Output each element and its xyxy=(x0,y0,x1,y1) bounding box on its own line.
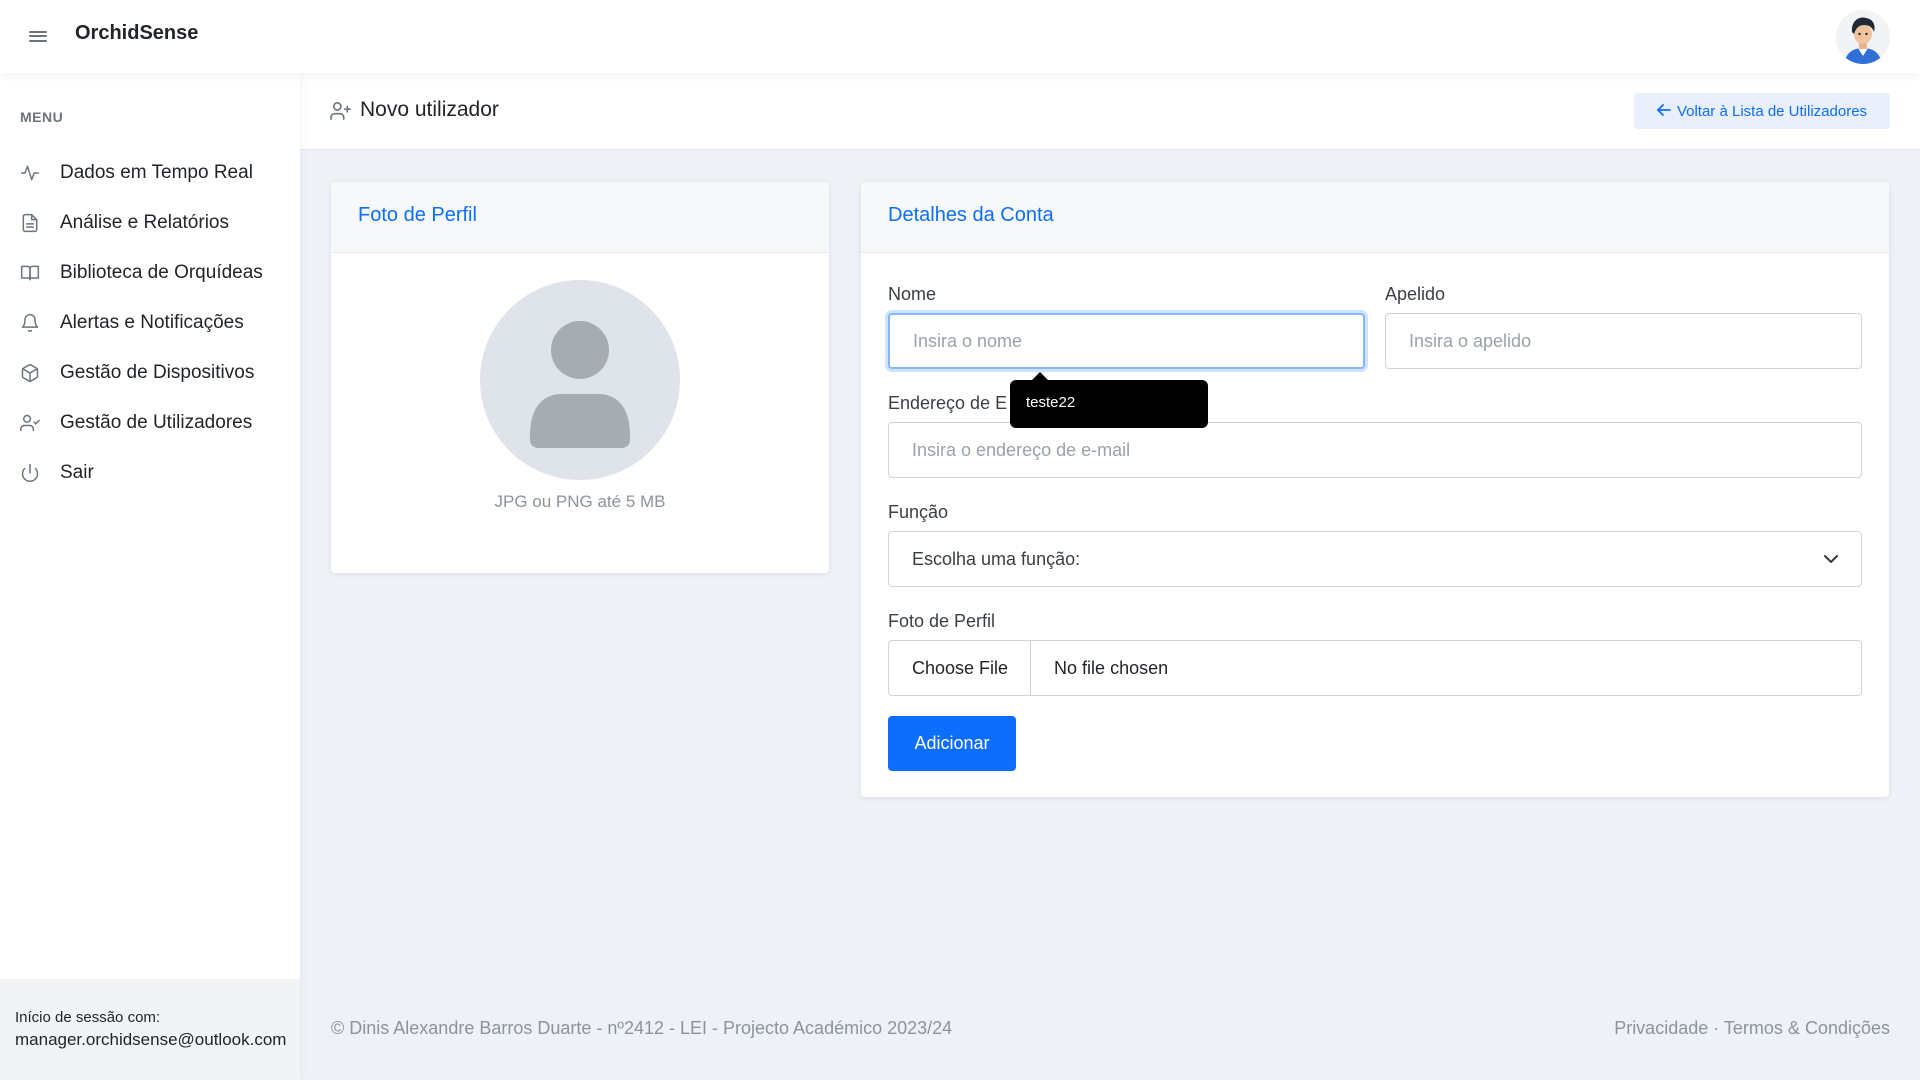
photo-upload-label: Foto de Perfil xyxy=(888,611,996,631)
sidebar-item-devices[interactable]: Gestão de Dispositivos xyxy=(0,348,300,398)
back-to-user-list-button[interactable]: Voltar à Lista de Utilizadores xyxy=(1634,93,1890,129)
role-label: Função xyxy=(888,502,949,522)
profile-photo-card-title: Foto de Perfil xyxy=(331,182,829,253)
user-plus-icon xyxy=(330,101,352,126)
sidebar-item-label: Análise e Relatórios xyxy=(60,212,229,233)
file-status: No file chosen xyxy=(1054,657,1169,678)
choose-file-button[interactable]: Choose File xyxy=(889,641,1032,695)
document-icon xyxy=(20,213,40,233)
page-header: Novo utilizador Voltar à Lista de Utiliz… xyxy=(300,73,1920,150)
activity-icon xyxy=(20,163,40,183)
first-name-field[interactable] xyxy=(888,313,1365,369)
sidebar-item-label: Gestão de Dispositivos xyxy=(60,362,255,383)
account-details-card: Detalhes da Conta Nome Apelido Endereço … xyxy=(861,182,1889,797)
brand-name: OrchidSense xyxy=(75,22,199,44)
session-label: Início de sessão com: xyxy=(15,1009,161,1026)
sidebar-item-label: Biblioteca de Orquídeas xyxy=(60,262,263,283)
user-avatar[interactable] xyxy=(1836,10,1890,64)
chevron-down-icon xyxy=(1823,551,1839,572)
add-user-button[interactable]: Adicionar xyxy=(888,716,1016,771)
menu-heading: MENU xyxy=(20,109,64,125)
hamburger-menu-icon[interactable] xyxy=(29,28,47,44)
last-name-field[interactable] xyxy=(1385,313,1862,369)
last-name-label: Apelido xyxy=(1385,284,1446,304)
session-email: manager.orchidsense@outlook.com xyxy=(15,1030,287,1049)
sidebar-item-alerts[interactable]: Alertas e Notificações xyxy=(0,298,300,348)
book-icon xyxy=(20,263,40,283)
arrow-left-icon xyxy=(1657,103,1671,120)
upload-hint: JPG ou PNG até 5 MB xyxy=(494,492,666,511)
sidebar-item-label: Gestão de Utilizadores xyxy=(60,412,253,433)
session-info: Início de sessão com: manager.orchidsens… xyxy=(0,979,300,1080)
sidebar-item-label: Sair xyxy=(60,462,94,483)
footer-copyright: © Dinis Alexandre Barros Duarte - nº2412… xyxy=(331,1018,953,1038)
sidebar-menu: Dados em Tempo Real Análise e Relatórios… xyxy=(0,148,300,498)
back-button-label: Voltar à Lista de Utilizadores xyxy=(1676,102,1868,120)
role-select[interactable]: Escolha uma função: xyxy=(888,531,1862,587)
user-check-icon xyxy=(20,413,40,433)
bell-icon xyxy=(20,313,40,333)
top-bar: OrchidSense xyxy=(0,0,1920,73)
profile-photo-card: Foto de Perfil JPG ou PNG até 5 MB xyxy=(331,182,829,573)
sidebar-item-logout[interactable]: Sair xyxy=(0,448,300,498)
email-field[interactable] xyxy=(888,422,1862,478)
sidebar-item-label: Dados em Tempo Real xyxy=(60,162,253,183)
page-title: Novo utilizador xyxy=(360,98,499,121)
sidebar-item-orchid-library[interactable]: Biblioteca de Orquídeas xyxy=(0,248,300,298)
box-icon xyxy=(20,363,40,383)
power-icon xyxy=(20,463,40,483)
privacy-link[interactable]: Privacidade xyxy=(1614,1018,1708,1038)
sidebar-item-label: Alertas e Notificações xyxy=(60,312,244,333)
avatar-placeholder-icon xyxy=(480,280,680,480)
footer-separator: · xyxy=(1708,1018,1724,1038)
autofill-suggestion-tooltip[interactable]: teste22 xyxy=(1010,372,1208,428)
account-details-card-title: Detalhes da Conta xyxy=(861,182,1889,253)
role-selected-value: Escolha uma função: xyxy=(912,548,1081,569)
photo-file-input[interactable]: Choose File No file chosen xyxy=(888,640,1862,696)
sidebar: MENU Dados em Tempo Real Análise e Relat… xyxy=(0,73,300,1080)
terms-link[interactable]: Termos & Condições xyxy=(1724,1018,1890,1038)
email-label: Endereço de E xyxy=(888,393,1008,413)
footer-links: Privacidade · Termos & Condições xyxy=(1614,1018,1890,1039)
sidebar-item-users[interactable]: Gestão de Utilizadores xyxy=(0,398,300,448)
sidebar-item-realtime-data[interactable]: Dados em Tempo Real xyxy=(0,148,300,198)
sidebar-item-reports[interactable]: Análise e Relatórios xyxy=(0,198,300,248)
first-name-label: Nome xyxy=(888,284,937,304)
